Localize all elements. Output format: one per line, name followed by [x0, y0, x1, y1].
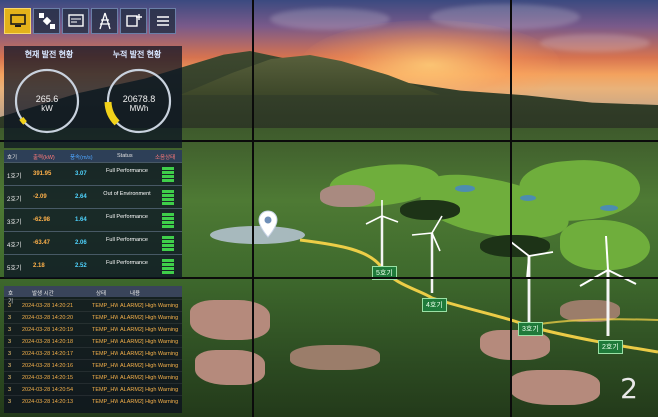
log-row[interactable]: 3 2024-03-28 14:20:19 TEMP_HW ALARM2] High … — [4, 323, 182, 335]
row-wind: 2.52 — [75, 263, 87, 269]
row-output: -2.09 — [33, 194, 47, 200]
log-col-time: 발생 시간 — [32, 291, 54, 297]
current-generation-title: 현재 발전 현황 — [24, 50, 74, 59]
row-output: 391.95 — [33, 171, 52, 177]
row-unit: 5호기 — [7, 266, 22, 272]
row-unit: 4호기 — [7, 243, 22, 249]
row-wind: 2.64 — [75, 194, 87, 200]
generation-gauges: 현재 발전 현황 누적 발전 현황 265.6 kW 20678.8 MWh — [4, 46, 182, 148]
col-noise: 소음상태 — [155, 155, 176, 161]
row-status: Out of Environment — [103, 191, 151, 197]
row-output: 2.18 — [33, 263, 45, 269]
table-row[interactable]: 5호기 2.18 2.52 Full Performance — [4, 254, 182, 277]
turbine-label-4[interactable]: 4호기 — [422, 298, 447, 312]
noise-status-bars — [162, 167, 174, 183]
video-wall-seam — [510, 0, 512, 417]
row-wind: 2.06 — [75, 240, 87, 246]
row-wind: 1.64 — [75, 217, 87, 223]
monitor-icon — [9, 14, 26, 27]
log-col-state: 상태 — [96, 291, 107, 297]
log-row[interactable]: 3 2024-03-28 14:20:20 TEMP_HW ALARM2] High … — [4, 311, 182, 323]
col-wind: 풍속(m/s) — [70, 155, 93, 161]
noise-status-bars — [162, 213, 174, 229]
row-wind: 3.07 — [75, 171, 87, 177]
noise-status-bars — [162, 236, 174, 252]
cumulative-generation-value: 20678.8 — [122, 94, 156, 104]
col-unit: 호기 — [7, 155, 18, 161]
add-device-button[interactable] — [120, 8, 147, 34]
power-grid-button[interactable] — [91, 8, 118, 34]
log-row[interactable]: 3 2024-03-28 14:20:15 TEMP_HW ALARM2] High … — [4, 371, 182, 383]
screen-number: 2 — [620, 372, 638, 405]
noise-status-bars — [162, 259, 174, 275]
table-row[interactable]: 4호기 -63.47 2.06 Full Performance — [4, 231, 182, 254]
menu-button[interactable] — [149, 8, 176, 34]
video-wall-seam — [252, 0, 254, 417]
wind-turbine-3[interactable] — [505, 238, 555, 324]
row-output: -63.47 — [33, 240, 51, 246]
wind-turbine-4[interactable] — [410, 215, 454, 295]
log-row[interactable]: 3 2024-03-28 14:20:54 TEMP_HW ALARM2] High … — [4, 383, 182, 395]
row-status: Full Performance — [106, 260, 148, 266]
col-status: Status — [117, 153, 133, 159]
turbine-status-table: 호기 출력(kW) 풍속(m/s) Status 소음상태 1호기 391.95… — [4, 150, 182, 278]
table-row[interactable]: 3호기 -62.98 1.64 Full Performance — [4, 208, 182, 231]
cumulative-generation-title: 누적 발전 현황 — [112, 50, 162, 59]
current-generation-value: 265.6 — [35, 94, 59, 104]
log-col-content: 내용 — [130, 291, 141, 297]
power-grid-icon — [98, 12, 111, 30]
alarm-log: 호기 발생 시간 상태 내용 3 2024-03-28 14:20:21 TEMP_… — [4, 286, 182, 413]
wind-turbine-2[interactable] — [578, 232, 638, 338]
dashboard-icon — [67, 14, 84, 27]
row-output: -62.98 — [33, 217, 51, 223]
log-row[interactable]: 3 2024-03-28 14:20:16 TEMP_HW ALARM2] High … — [4, 359, 182, 371]
monitoring-panel: 현재 발전 현황 누적 발전 현황 265.6 kW 20678.8 MWh 호… — [4, 8, 182, 413]
dashboard-button[interactable] — [62, 8, 89, 34]
cumulative-generation-unit: MWh — [129, 104, 149, 113]
satellite-button[interactable] — [33, 8, 60, 34]
wind-turbine-5[interactable] — [362, 200, 402, 270]
table-header: 호기 출력(kW) 풍속(m/s) Status 소음상태 — [4, 150, 182, 162]
row-unit: 3호기 — [7, 220, 22, 226]
log-header: 호기 발생 시간 상태 내용 — [4, 286, 182, 305]
row-status: Full Performance — [106, 237, 148, 243]
row-status: Full Performance — [106, 168, 148, 174]
row-unit: 2호기 — [7, 197, 22, 203]
current-generation-unit: kW — [41, 104, 53, 113]
log-row[interactable]: 3 2024-03-28 14:20:18 TEMP_HW ALARM2] High … — [4, 335, 182, 347]
log-row[interactable]: 3 2024-03-28 14:20:21 TEMP_HW ALARM2] High … — [4, 299, 182, 311]
turbine-label-2[interactable]: 2호기 — [598, 340, 623, 354]
monitor-button[interactable] — [4, 8, 31, 34]
toolbar — [4, 8, 182, 36]
table-row[interactable]: 1호기 391.95 3.07 Full Performance — [4, 162, 182, 185]
location-pin-icon[interactable] — [258, 210, 278, 238]
add-device-icon — [125, 14, 142, 27]
row-status: Full Performance — [106, 214, 148, 220]
satellite-icon — [38, 13, 55, 29]
menu-icon — [156, 16, 169, 26]
log-row[interactable]: 3 2024-03-28 14:20:13 TEMP_HW ALARM2] High … — [4, 395, 182, 407]
log-row[interactable]: 3 2024-03-28 14:20:17 TEMP_HW ALARM2] High … — [4, 347, 182, 359]
turbine-label-3[interactable]: 3호기 — [518, 322, 543, 336]
row-unit: 1호기 — [7, 174, 22, 180]
noise-status-bars — [162, 190, 174, 206]
col-output: 출력(kW) — [33, 155, 55, 161]
table-row[interactable]: 2호기 -2.09 2.64 Out of Environment — [4, 185, 182, 208]
